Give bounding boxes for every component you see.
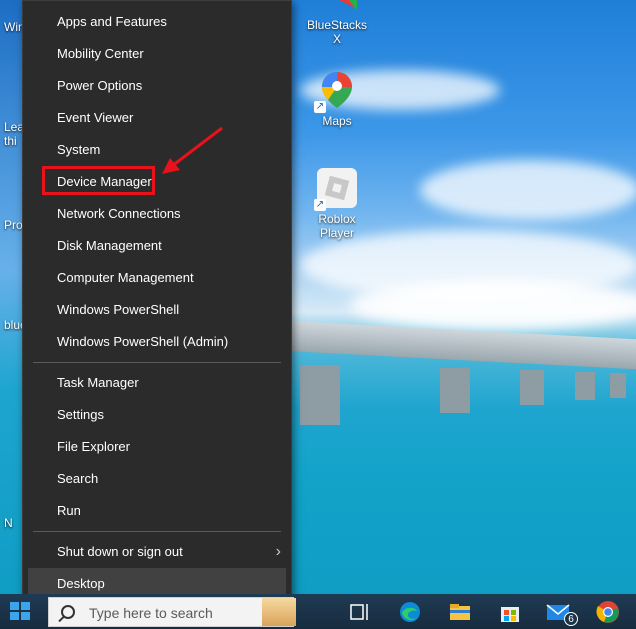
- file-explorer-icon[interactable]: [448, 600, 472, 624]
- menu-item-file-explorer[interactable]: File Explorer: [23, 431, 291, 463]
- menu-item-task-manager[interactable]: Task Manager: [23, 367, 291, 399]
- menu-separator: [33, 362, 281, 363]
- menu-item-event-viewer[interactable]: Event Viewer: [23, 102, 291, 134]
- menu-item-settings[interactable]: Settings: [23, 399, 291, 431]
- menu-item-label: Shut down or sign out: [57, 544, 183, 559]
- menu-item-network-connections[interactable]: Network Connections: [23, 198, 291, 230]
- search-placeholder: Type here to search: [89, 605, 213, 621]
- menu-item-power-options[interactable]: Power Options: [23, 70, 291, 102]
- windows-logo-icon: [21, 602, 30, 610]
- desktop-icon-label-clipped[interactable]: Pro: [4, 218, 23, 232]
- menu-item-apps-and-features[interactable]: Apps and Features: [23, 6, 291, 38]
- chrome-browser-icon[interactable]: [596, 600, 620, 624]
- desktop-icon-label-clipped[interactable]: N: [4, 516, 13, 530]
- cloud-decoration: [420, 160, 636, 220]
- mail-icon[interactable]: 6: [546, 600, 578, 626]
- bridge-pier: [440, 368, 470, 413]
- weather-widget-icon[interactable]: [262, 598, 296, 626]
- menu-item-run[interactable]: Run: [23, 495, 291, 527]
- annotation-arrow-icon: [162, 126, 223, 174]
- chevron-right-icon: ›: [275, 543, 281, 560]
- search-icon: [61, 605, 75, 619]
- left-wallpaper-strip: [0, 0, 22, 600]
- annotation-highlight-box: [42, 166, 155, 195]
- edge-browser-icon[interactable]: [398, 600, 422, 624]
- menu-item-shut-down-or-sign-out[interactable]: Shut down or sign out ›: [23, 536, 291, 568]
- mail-badge: 6: [564, 612, 578, 626]
- desktop-icon-label: Maps: [322, 114, 352, 128]
- taskbar-search-input[interactable]: Type here to search: [48, 597, 294, 627]
- windows-logo-icon: [21, 612, 30, 620]
- windows-logo-icon: [10, 602, 19, 610]
- winx-context-menu: Apps and Features Mobility Center Power …: [22, 0, 292, 605]
- desktop-icon-label: BlueStacks X: [306, 18, 368, 46]
- shortcut-arrow-icon: ↗: [314, 199, 326, 211]
- menu-item-system[interactable]: System: [23, 134, 291, 166]
- menu-item-mobility-center[interactable]: Mobility Center: [23, 38, 291, 70]
- desktop-icon-maps[interactable]: ↗ Maps: [302, 70, 372, 128]
- desktop-icon-bluestacks[interactable]: BlueStacks X: [302, 0, 372, 46]
- desktop-icon-label-clipped[interactable]: thi: [4, 134, 17, 148]
- roblox-icon: ↗: [314, 168, 357, 211]
- bridge-pier: [610, 373, 626, 398]
- menu-separator: [33, 531, 281, 532]
- menu-item-disk-management[interactable]: Disk Management: [23, 230, 291, 262]
- bridge-pier: [300, 365, 340, 425]
- microsoft-store-icon[interactable]: [498, 600, 522, 624]
- maps-icon: ↗: [314, 70, 357, 113]
- bridge-pier: [520, 370, 544, 405]
- windows-logo-icon: [10, 612, 19, 620]
- task-view-icon[interactable]: [348, 600, 372, 624]
- menu-item-computer-management[interactable]: Computer Management: [23, 262, 291, 294]
- bluestacks-icon: [317, 0, 357, 14]
- menu-item-search[interactable]: Search: [23, 463, 291, 495]
- cloud-decoration: [350, 280, 636, 330]
- start-button[interactable]: [10, 602, 32, 622]
- shortcut-arrow-icon: ↗: [314, 101, 326, 113]
- desktop-icon-roblox[interactable]: ↗ Roblox Player: [302, 168, 372, 240]
- taskbar: Type here to search 6: [0, 594, 636, 629]
- menu-item-windows-powershell-admin[interactable]: Windows PowerShell (Admin): [23, 326, 291, 358]
- bridge-pier: [575, 372, 595, 400]
- menu-item-windows-powershell[interactable]: Windows PowerShell: [23, 294, 291, 326]
- desktop-icon-label: Roblox Player: [318, 212, 356, 240]
